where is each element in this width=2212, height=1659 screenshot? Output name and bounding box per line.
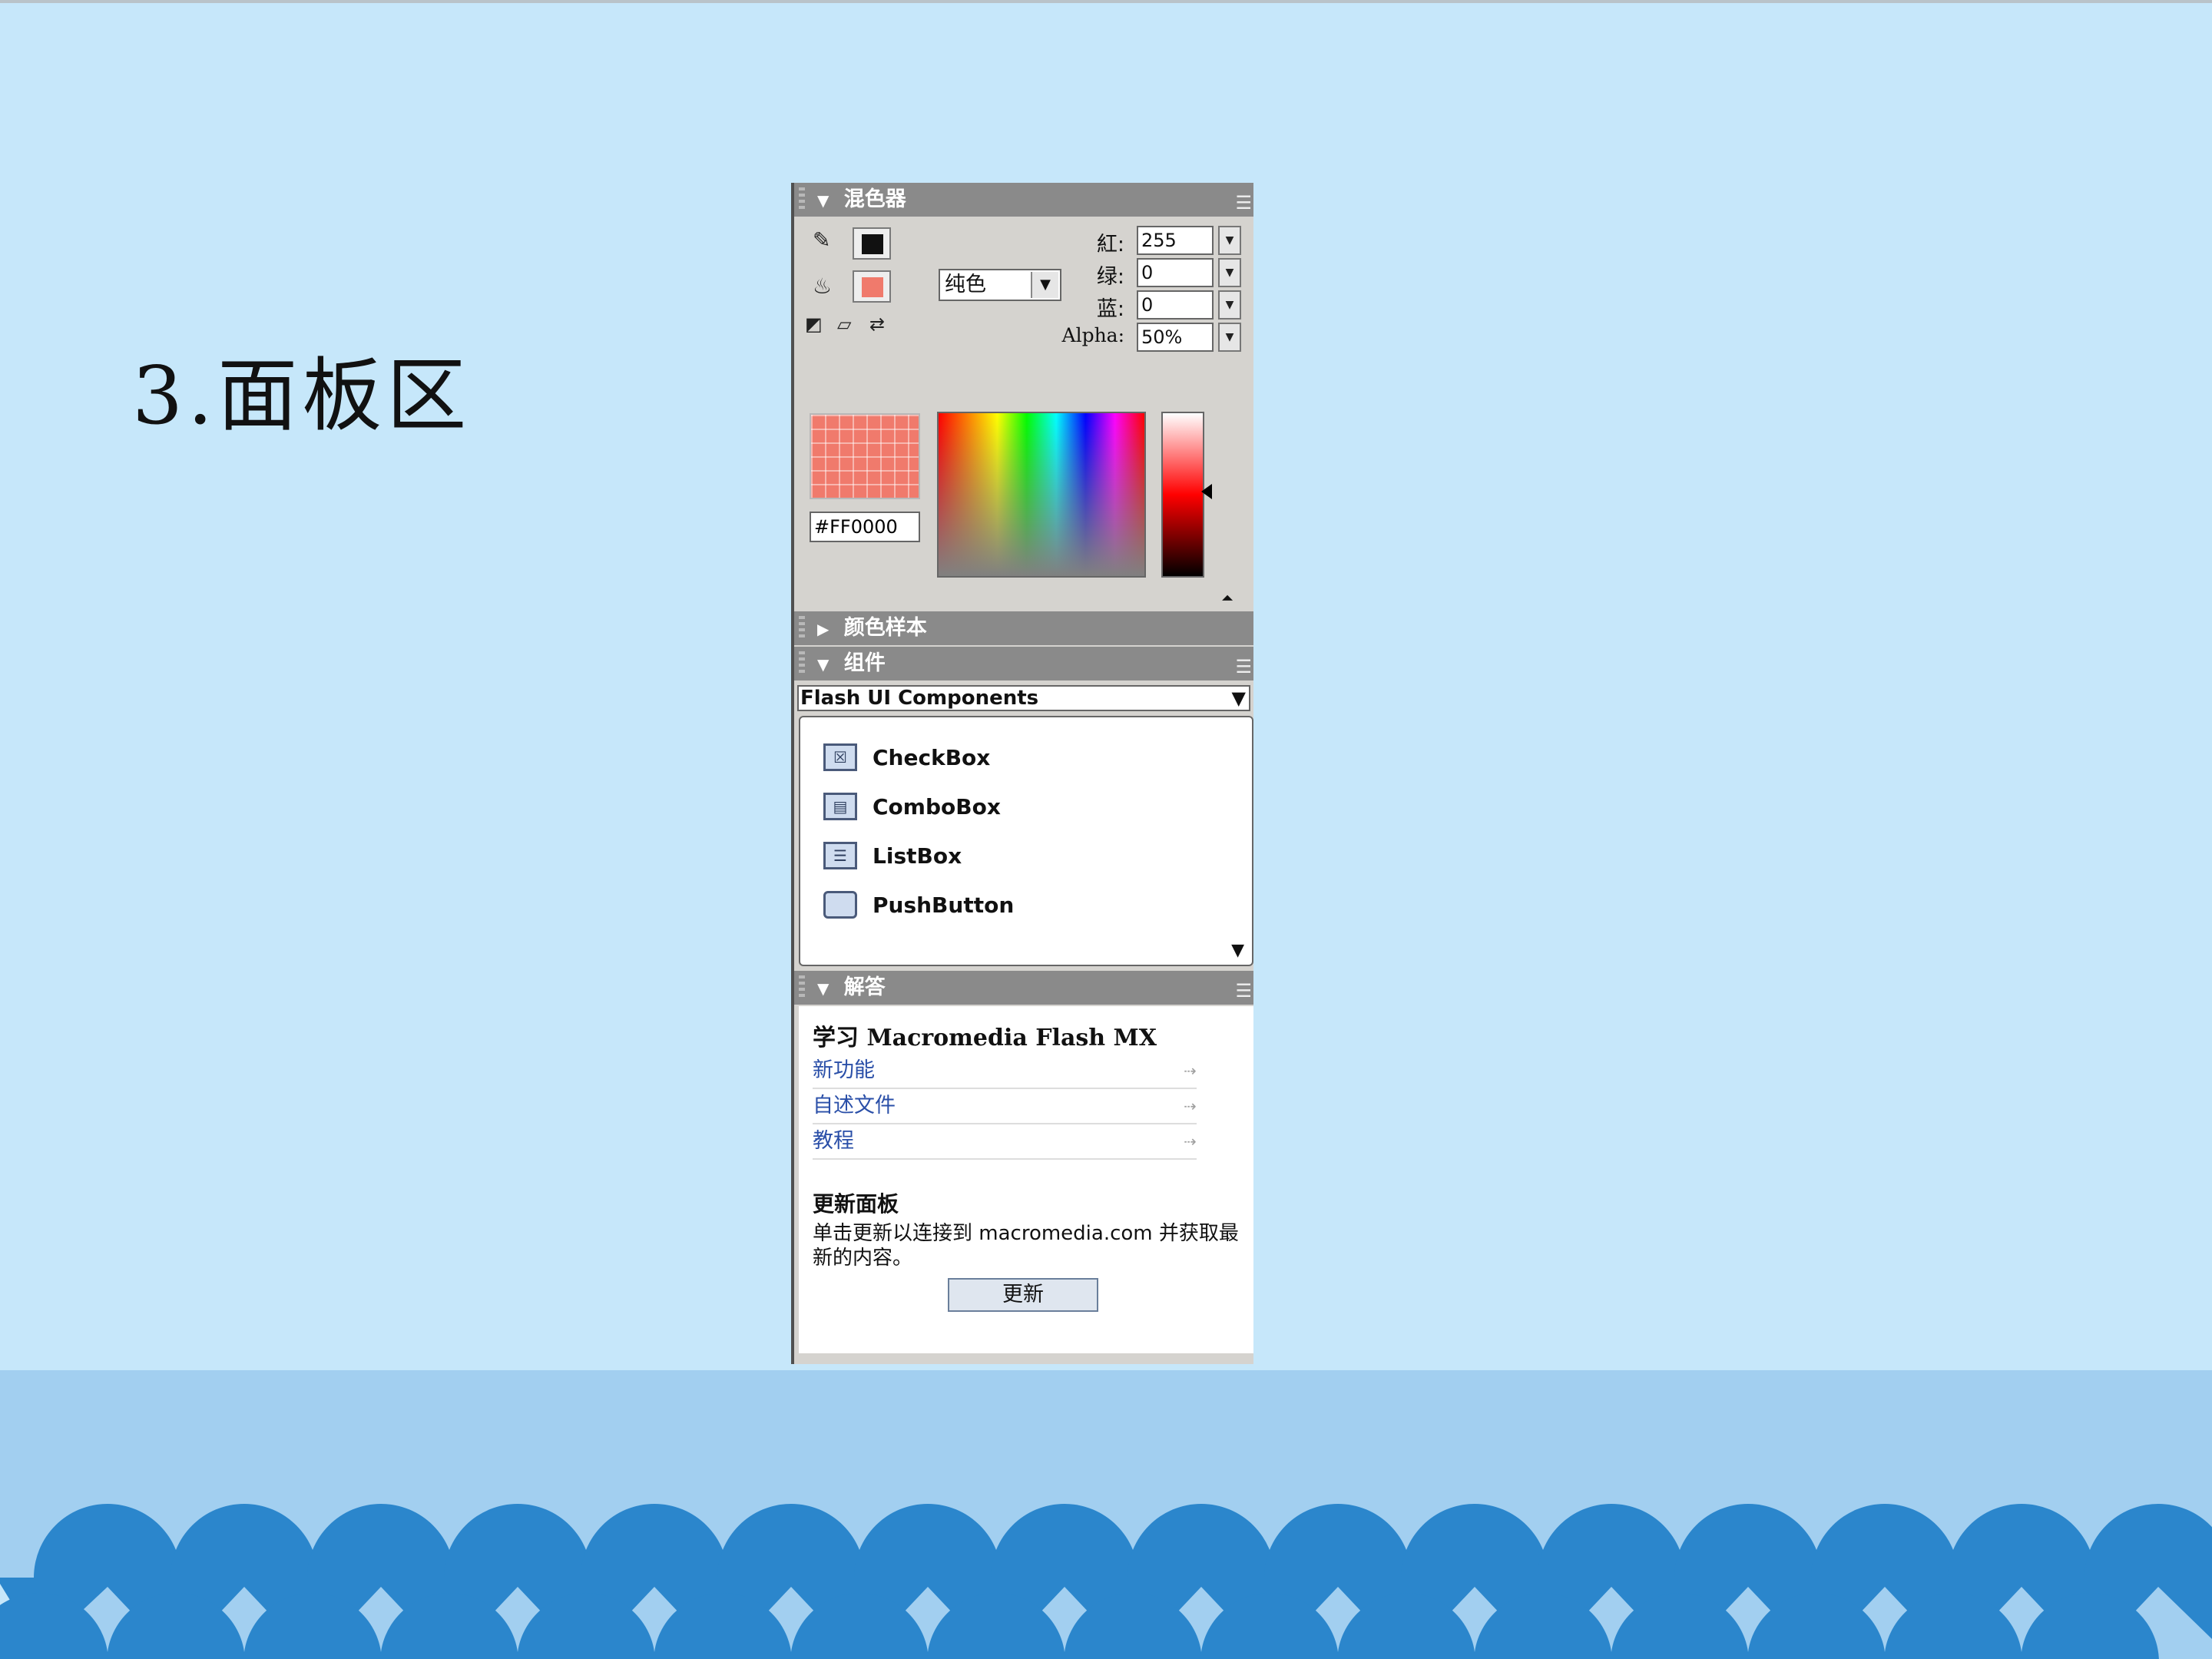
- external-link-icon: ⇢: [1184, 1061, 1197, 1080]
- fill-bucket-icon[interactable]: ♨: [813, 273, 832, 299]
- grip-handle[interactable]: [799, 187, 805, 212]
- mixer-panel-title: 混色器: [843, 187, 906, 211]
- list-item-label: CheckBox: [873, 745, 991, 770]
- list-item-checkbox[interactable]: ☒ CheckBox: [823, 740, 1131, 779]
- answers-content: 学习 Macromedia Flash MX 新功能 ⇢ 自述文件 ⇢ 教程 ⇢…: [799, 1006, 1253, 1353]
- default-colors-icon[interactable]: ◩: [805, 313, 823, 335]
- grip-handle[interactable]: [799, 651, 805, 676]
- color-spectrum-picker[interactable]: [937, 412, 1146, 578]
- red-label: 紅:: [1096, 233, 1124, 257]
- red-field[interactable]: 255: [1137, 226, 1214, 255]
- blue-label: 蓝:: [1096, 297, 1124, 321]
- footer-decoration: [0, 1370, 2212, 1659]
- blue-field[interactable]: 0: [1137, 290, 1214, 320]
- answers-panel-title: 解答: [843, 975, 886, 999]
- expand-triangle-icon: ▼: [817, 191, 830, 210]
- stroke-color-swatch[interactable]: [853, 227, 891, 260]
- swatches-panel-title: 颜色样本: [843, 616, 927, 640]
- green-field[interactable]: 0: [1137, 258, 1214, 287]
- fill-type-value: 纯色: [945, 273, 986, 296]
- collapse-arrow-icon[interactable]: ⏶: [1221, 588, 1233, 607]
- grip-handle[interactable]: [799, 616, 805, 641]
- brightness-marker-icon[interactable]: [1201, 484, 1212, 499]
- no-color-icon[interactable]: ▱: [837, 313, 851, 335]
- collapsed-triangle-icon: ▶: [817, 620, 830, 638]
- swatches-panel-header[interactable]: ▶ 颜色样本: [794, 611, 1253, 645]
- green-stepper[interactable]: ▼: [1218, 258, 1241, 287]
- scroll-down-icon[interactable]: ▼: [1231, 941, 1244, 960]
- components-panel-header[interactable]: ▼ 组件 ☰: [794, 647, 1253, 680]
- list-item-label: PushButton: [873, 892, 1015, 918]
- component-set-dropdown[interactable]: Flash UI Components ▼: [797, 685, 1250, 711]
- checkbox-icon: ☒: [823, 743, 857, 771]
- grip-handle[interactable]: [799, 975, 805, 1000]
- color-preview: [810, 413, 920, 499]
- swap-colors-icon[interactable]: ⇄: [869, 313, 885, 335]
- link-label: 教程: [813, 1129, 854, 1153]
- answers-panel-header[interactable]: ▼ 解答 ☰: [794, 971, 1253, 1005]
- fill-type-select[interactable]: 纯色 ▼: [939, 269, 1061, 301]
- wave-pattern: [0, 1504, 2212, 1659]
- list-item-label: ListBox: [873, 843, 962, 869]
- list-item-combobox[interactable]: ▤ ComboBox: [823, 790, 1131, 828]
- blue-stepper[interactable]: ▼: [1218, 290, 1241, 320]
- alpha-field[interactable]: 50%: [1137, 323, 1214, 352]
- external-link-icon: ⇢: [1184, 1132, 1197, 1151]
- hex-input[interactable]: #FF0000: [810, 512, 920, 542]
- component-list: ☒ CheckBox ▤ ComboBox ☰ ListBox PushButt…: [799, 716, 1253, 966]
- brightness-slider[interactable]: [1161, 412, 1204, 578]
- combobox-icon: ▤: [823, 793, 857, 820]
- panel-menu-icon[interactable]: ☰: [1235, 650, 1252, 684]
- list-item-pushbutton[interactable]: PushButton: [823, 888, 1131, 926]
- components-panel-title: 组件: [843, 651, 886, 675]
- red-stepper[interactable]: ▼: [1218, 226, 1241, 255]
- pushbutton-icon: [823, 891, 857, 919]
- flash-panel-screenshot: ▼ 混色器 ☰ ✎ ♨ ◩ ▱ ⇄ 纯色 ▼ 紅: 255 ▼ 绿: 0 ▼ 蓝…: [791, 183, 1253, 1364]
- link-label: 新功能: [813, 1058, 875, 1082]
- chevron-down-icon: ▼: [1231, 687, 1246, 709]
- mixer-panel-header[interactable]: ▼ 混色器 ☰: [794, 183, 1253, 217]
- panel-menu-icon[interactable]: ☰: [1235, 974, 1252, 1008]
- external-link-icon: ⇢: [1184, 1097, 1197, 1115]
- link-readme[interactable]: 自述文件 ⇢: [813, 1089, 1197, 1124]
- fill-color-swatch[interactable]: [853, 270, 891, 303]
- update-heading: 更新面板: [813, 1191, 899, 1217]
- expand-triangle-icon: ▼: [817, 979, 830, 998]
- slide-title: 3.面板区: [132, 349, 472, 442]
- component-set-value: Flash UI Components: [800, 687, 1039, 710]
- expand-triangle-icon: ▼: [817, 655, 830, 674]
- listbox-icon: ☰: [823, 842, 857, 869]
- update-button[interactable]: 更新: [948, 1278, 1098, 1312]
- green-label: 绿:: [1096, 265, 1124, 289]
- link-label: 自述文件: [813, 1094, 896, 1118]
- answers-heading: 学习 Macromedia Flash MX: [813, 1025, 1157, 1051]
- list-item-listbox[interactable]: ☰ ListBox: [823, 839, 1131, 877]
- list-item-label: ComboBox: [873, 794, 1001, 820]
- panel-menu-icon[interactable]: ☰: [1235, 186, 1252, 220]
- stroke-pencil-icon[interactable]: ✎: [813, 227, 830, 253]
- link-tutorials[interactable]: 教程 ⇢: [813, 1124, 1197, 1160]
- alpha-label: Alpha:: [1061, 324, 1124, 346]
- link-new-features[interactable]: 新功能 ⇢: [813, 1054, 1197, 1089]
- top-border: [0, 0, 2212, 3]
- update-text: 单击更新以连接到 macromedia.com 并获取最新的内容。: [813, 1222, 1239, 1270]
- alpha-stepper[interactable]: ▼: [1218, 323, 1241, 352]
